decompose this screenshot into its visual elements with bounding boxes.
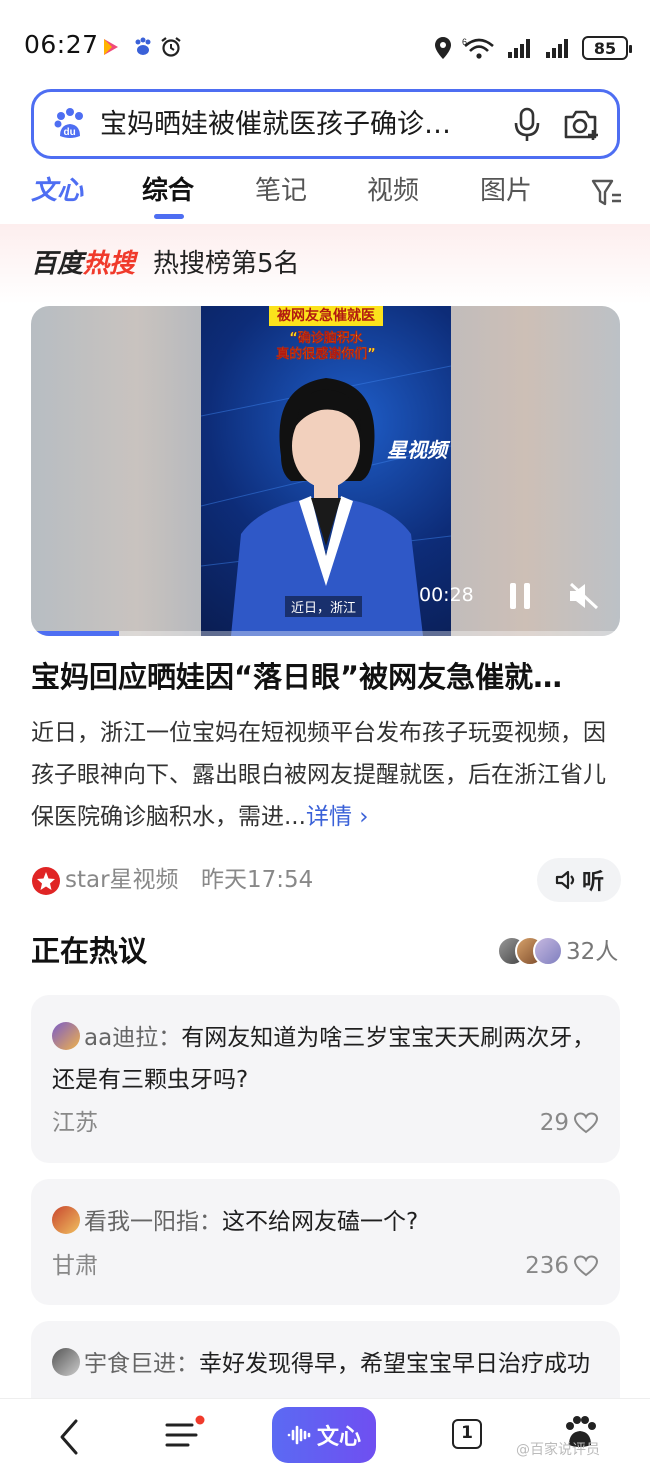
avatar — [533, 936, 563, 966]
back-icon[interactable] — [56, 1417, 82, 1457]
wenxin-button[interactable]: 文心 — [272, 1407, 376, 1463]
publish-time: 昨天17:54 — [201, 867, 314, 893]
article-source-row: star星视频 昨天17:54 听 — [31, 858, 621, 902]
video-progress-bar[interactable] — [31, 631, 620, 636]
bottom-navigation: 文心 1 @百家说评员 — [0, 1398, 650, 1474]
tab-comprehensive[interactable]: 综合 — [142, 172, 194, 210]
participant-avatars — [497, 936, 563, 968]
video-time: 00:28 — [419, 584, 474, 606]
wenxin-label: 文心 — [316, 1425, 361, 1450]
battery-level: 85 — [593, 38, 617, 58]
menu-icon[interactable] — [164, 1415, 208, 1455]
signal-icon-2 — [546, 39, 568, 58]
comment-card[interactable]: 看我一阳指：这不给网友磕一个? 甘肃 236 — [31, 1179, 620, 1305]
status-time: 06:27 — [24, 30, 99, 59]
location-icon — [435, 37, 451, 59]
battery-indicator: 85 — [582, 36, 632, 60]
like-count: 236 — [525, 1253, 569, 1279]
baidu-hot-logo: 百度热搜 — [31, 246, 135, 282]
video-brand-watermark: 星视频 — [387, 438, 447, 462]
tab-count-button[interactable]: 1 — [452, 1419, 482, 1449]
details-link[interactable]: 详情 › — [306, 804, 369, 830]
signal-icon — [508, 39, 530, 58]
tab-images[interactable]: 图片 — [480, 172, 532, 210]
like-count: 29 — [539, 1110, 569, 1136]
pause-icon[interactable] — [506, 580, 534, 612]
participant-count: 32人 — [566, 939, 619, 965]
avatar — [52, 1348, 80, 1376]
mute-icon[interactable] — [567, 580, 601, 612]
article-title[interactable]: 宝妈回应晒娃因“落日眼”被网友急催就… — [31, 656, 620, 698]
comment-user[interactable]: 看我一阳指： — [84, 1209, 222, 1235]
star-video-logo-icon — [32, 867, 60, 895]
comment-user[interactable]: 宇食巨进： — [84, 1351, 199, 1377]
listen-button[interactable]: 听 — [537, 858, 621, 902]
hot-rank: 热搜榜第5名 — [153, 249, 300, 279]
tab-notes[interactable]: 笔记 — [255, 172, 307, 210]
speaker-icon — [555, 870, 575, 890]
wave-icon — [287, 1425, 311, 1445]
microphone-icon[interactable] — [512, 106, 542, 144]
watermark: @百家说评员 — [516, 1442, 600, 1458]
avatar — [52, 1022, 80, 1050]
search-query[interactable]: 宝妈晒娃被催就医孩子确诊… — [100, 106, 485, 144]
search-input[interactable]: du 宝妈晒娃被催就医孩子确诊… — [31, 89, 620, 159]
video-subtitle: 近日，浙江 — [285, 596, 363, 617]
status-bar: 06:27 6 85 — [0, 0, 650, 92]
search-tabs: 文心 综合 笔记 视频 图片 — [0, 166, 650, 224]
hot-search-banner[interactable]: 百度热搜 热搜榜第5名 — [0, 224, 650, 304]
status-indicators: 6 85 — [434, 33, 632, 63]
baidu-logo-icon: du — [54, 108, 83, 138]
hot-logo-right: 热搜 — [83, 249, 136, 279]
baidu-paw-status-icon — [135, 37, 151, 55]
signal-label: 6 — [462, 37, 467, 47]
camera-icon[interactable] — [562, 106, 602, 144]
listen-label: 听 — [581, 870, 604, 895]
video-quote: “确诊脑积水 真的很感谢你们” — [259, 331, 393, 363]
heart-icon — [573, 1255, 599, 1277]
comment-body: 宇食巨进：幸好发现得早，希望宝宝早日治疗成功 — [52, 1343, 600, 1385]
video-player[interactable]: 被网友急催就医 “确诊脑积水 真的很感谢你们” 星视频 近日，浙江 00:28 — [31, 306, 620, 636]
video-headline: 被网友急催就医 — [269, 306, 383, 326]
video-progress-fill — [31, 631, 120, 636]
hot-logo-left: 百度 — [31, 249, 84, 279]
comment-text: 这不给网友磕一个? — [222, 1209, 419, 1235]
filter-icon[interactable] — [590, 176, 624, 210]
alarm-icon — [161, 37, 181, 57]
heart-icon — [573, 1112, 599, 1134]
comment-user[interactable]: aa迪拉： — [84, 1025, 181, 1051]
source-name[interactable]: star星视频 — [65, 864, 179, 896]
comment-body: 看我一阳指：这不给网友磕一个? — [52, 1201, 600, 1243]
comment-location: 江苏 — [52, 1110, 98, 1136]
like-button[interactable]: 29 — [540, 1107, 599, 1139]
wifi-icon: 6 — [462, 37, 494, 59]
baidu-logo-text: du — [64, 127, 76, 138]
avatar — [52, 1206, 80, 1234]
active-tab-indicator — [154, 214, 184, 219]
comment-card[interactable]: aa迪拉：有网友知道为啥三岁宝宝天天刷两次牙，还是有三颗虫牙吗? 江苏 29 — [31, 995, 620, 1163]
discussion-title: 正在热议 — [31, 934, 148, 968]
video-app-icon — [104, 39, 118, 55]
video-frame: 被网友急催就医 “确诊脑积水 真的很感谢你们” 星视频 近日，浙江 — [201, 306, 451, 636]
video-quote-line1: “确诊脑积水 — [289, 331, 363, 346]
like-button[interactable]: 236 — [525, 1250, 599, 1282]
comment-body: aa迪拉：有网友知道为啥三岁宝宝天天刷两次牙，还是有三颗虫牙吗? — [52, 1017, 600, 1101]
tab-videos[interactable]: 视频 — [367, 172, 419, 210]
video-quote-line2: 真的很感谢你们” — [276, 347, 376, 362]
tab-wenxin[interactable]: 文心 — [31, 172, 83, 210]
comment-location: 甘肃 — [52, 1253, 98, 1279]
comment-text: 幸好发现得早，希望宝宝早日治疗成功 — [199, 1351, 590, 1377]
article-summary: 近日，浙江一位宝妈在短视频平台发布孩子玩耍视频，因孩子眼神向下、露出眼白被网友提… — [31, 712, 620, 838]
